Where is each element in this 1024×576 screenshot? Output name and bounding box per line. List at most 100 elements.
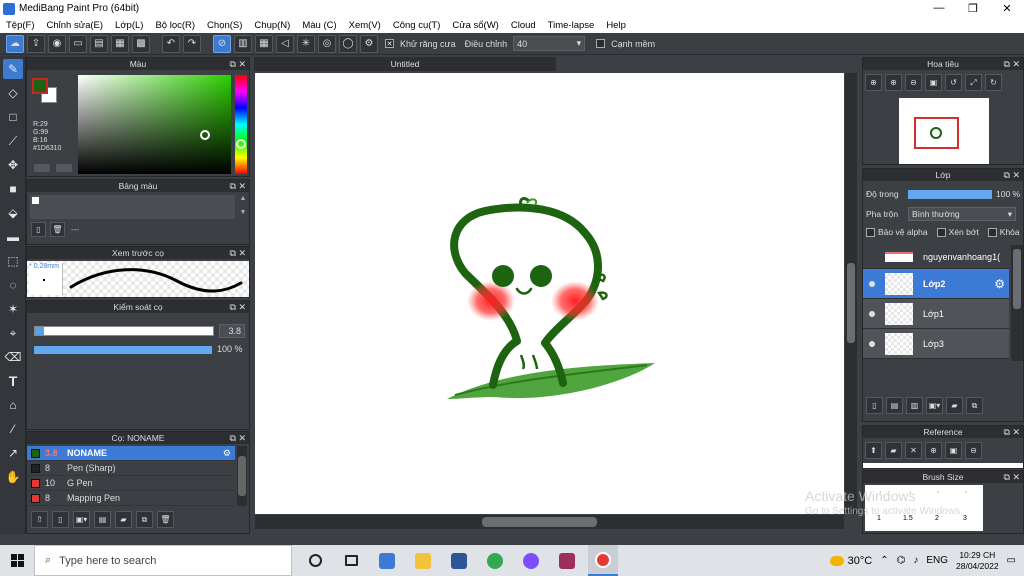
lasso-tool-icon[interactable]: ◌ [3,275,23,295]
folder-icon[interactable]: ▰ [115,511,132,528]
close-icon[interactable]: ✕ [905,442,922,459]
curve-snap-icon[interactable]: ◯ [339,34,357,53]
menu-color[interactable]: Màu (C) [296,20,342,31]
brush-opacity-slider[interactable] [34,346,212,354]
weather-widget[interactable]: 30°C [829,555,872,567]
eraser-tool-icon[interactable]: ◇ [3,83,23,103]
eyedropper-tool-icon[interactable]: ⁄ [3,419,23,439]
new-halftone-layer-icon[interactable]: ▤ [886,397,903,414]
canvas-vertical-scrollbar[interactable] [845,73,857,514]
bucket-tool-icon[interactable]: ⬙ [3,203,23,223]
brush-settings-icon[interactable]: ▤ [94,511,111,528]
palette-scrollbar[interactable]: ▲ ▼ [238,195,248,219]
menu-edit[interactable]: Chỉnh sửa(E) [41,20,110,31]
menu-tools[interactable]: Công cụ(T) [387,20,447,31]
winrar-icon[interactable] [552,545,582,576]
color-mode-button[interactable] [34,164,50,172]
panel-float-close-icon[interactable]: ⧉ ✕ [230,58,246,70]
windows-start-icon[interactable] [0,545,34,576]
chevron-up-icon[interactable]: ⌃ [880,555,888,566]
panel-float-close-icon[interactable]: ⧉ ✕ [1004,58,1020,70]
language-indicator[interactable]: ENG [926,555,948,566]
fill-rect-tool-icon[interactable]: ■ [3,179,23,199]
operation-tool-icon[interactable]: ⌂ [3,395,23,415]
visibility-icon[interactable] [867,339,877,349]
drawing-canvas[interactable] [255,73,844,514]
antialias-checkbox[interactable]: ✕ [385,39,394,48]
document-tab[interactable]: Untitled [254,57,556,71]
protect-alpha-checkbox[interactable] [866,227,875,237]
reference-area[interactable] [863,463,1023,468]
store-icon[interactable] [372,545,402,576]
grid-icon[interactable]: ▩ [132,34,150,53]
cloud-icon[interactable]: ☁ [6,34,24,53]
zoom-out-icon[interactable]: ⊖ [965,442,982,459]
export-icon[interactable]: ⇪ [27,34,45,53]
dot-tool-icon[interactable]: ⟋ [3,131,23,151]
palette-area[interactable] [30,195,235,219]
text-tool-icon[interactable]: T [3,371,23,391]
brush-menu-icon[interactable]: ▣▾ [73,511,90,528]
menu-cloud[interactable]: Cloud [505,20,542,31]
volume-icon[interactable]: ♪ [913,555,918,566]
search-input[interactable]: Type here to search [59,555,156,567]
gear-icon[interactable]: ⚙ [994,277,1005,291]
zoom-in-icon[interactable]: ⊕ [865,74,882,91]
panel-float-close-icon[interactable]: ⧉ ✕ [1004,426,1020,438]
zoom-in-icon[interactable]: ⊕ [925,442,942,459]
select-eraser-tool-icon[interactable]: ⌫ [3,347,23,367]
fit-icon[interactable]: ▣ [925,74,942,91]
soft-edge-checkbox[interactable] [596,39,606,48]
new-brush-icon[interactable]: ▯ [52,511,69,528]
task-view-icon[interactable] [336,545,366,576]
notification-icon[interactable]: ▭ [1007,555,1016,566]
layout-icon[interactable]: ▦ [111,34,129,53]
fullscreen-icon[interactable]: ⤢ [965,74,982,91]
network-icon[interactable]: ⌬ [897,555,906,566]
new-8bit-layer-icon[interactable]: ▥ [906,397,923,414]
chrome-icon[interactable] [480,545,510,576]
add-brush-icon[interactable]: ⇧ [31,511,48,528]
trash-icon[interactable]: 🗑 [50,222,65,237]
brush-list-scrollbar[interactable] [237,446,247,506]
gear-icon[interactable]: ⚙ [223,448,231,459]
trash-icon[interactable]: 🗑 [157,511,174,528]
file-explorer-icon[interactable] [408,545,438,576]
menu-layer[interactable]: Lớp(L) [109,20,149,31]
duplicate-icon[interactable]: ⧉ [136,511,153,528]
brush-item[interactable]: 8 Mapping Pen [27,491,235,506]
panel-float-close-icon[interactable]: ⧉ ✕ [230,432,246,444]
foreground-color-swatch[interactable] [32,78,48,94]
radial-snap-icon[interactable]: ✳ [297,34,315,53]
fit-icon[interactable]: ▣ [945,442,962,459]
gradient-tool-icon[interactable]: ▬ [3,227,23,247]
clock[interactable]: 10:29 CH 28/04/2022 [956,550,999,572]
menu-filter[interactable]: Bộ lọc(R) [149,20,201,31]
palette-swatch[interactable] [32,197,39,204]
zoom-in-icon[interactable]: ⊕ [885,74,902,91]
brush-tool-icon[interactable]: ✎ [3,59,23,79]
panel-float-close-icon[interactable]: ⧉ ✕ [230,301,246,313]
new-layer-icon[interactable]: ▯ [866,397,883,414]
menu-window[interactable]: Cửa sổ(W) [446,20,504,31]
layer-item[interactable]: Lớp3 [863,329,1009,359]
layer-menu-icon[interactable]: ▣▾ [926,397,943,414]
sv-cursor[interactable] [200,130,210,140]
panel-float-close-icon[interactable]: ⧉ ✕ [230,247,246,259]
layer-item[interactable]: Lớp2 ⚙ [863,269,1009,299]
layer-item[interactable]: nguyenvanhoang1( [863,245,1009,269]
redo-icon[interactable]: ↷ [183,34,201,53]
medibang-icon[interactable] [588,545,618,576]
minimize-button[interactable]: — [922,2,956,15]
menu-select[interactable]: Chọn(S) [201,20,248,31]
cross-snap-icon[interactable]: ▦ [255,34,273,53]
panel-float-close-icon[interactable]: ⧉ ✕ [1004,471,1020,483]
messenger-icon[interactable] [516,545,546,576]
hue-slider[interactable] [235,75,247,174]
lock-checkbox[interactable] [987,227,997,237]
move-tool-icon[interactable]: ✥ [3,155,23,175]
maximize-button[interactable]: ❐ [956,2,990,15]
correction-select[interactable]: 40 ▾ [513,36,586,51]
brush-item[interactable]: 10 G Pen [27,476,235,491]
panel-float-close-icon[interactable]: ⧉ ✕ [230,180,246,192]
